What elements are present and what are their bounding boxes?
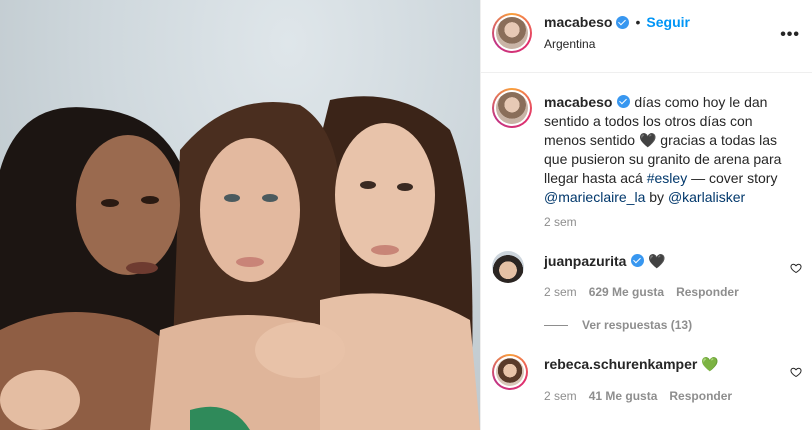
- comment-likes[interactable]: 629 Me gusta: [589, 285, 664, 299]
- view-replies-label: Ver respuestas (13): [582, 318, 693, 332]
- commenter-avatar[interactable]: [492, 251, 524, 283]
- post-photo[interactable]: [0, 0, 480, 430]
- instagram-post: macabeso • Seguir Argentina ••• macabeso…: [0, 0, 812, 430]
- post-location[interactable]: Argentina: [544, 37, 595, 51]
- like-heart-icon[interactable]: [790, 366, 802, 378]
- post-photo-illustration: [0, 96, 480, 430]
- comment-text: rebeca.schurenkamper 💚: [544, 356, 719, 373]
- like-heart-icon[interactable]: [790, 262, 802, 274]
- reply-button[interactable]: Responder: [669, 389, 732, 403]
- verified-badge-icon: [617, 95, 631, 108]
- verified-badge-icon: [616, 15, 630, 29]
- caption-timestamp[interactable]: 2 sem: [544, 215, 577, 229]
- reply-button[interactable]: Responder: [676, 285, 739, 299]
- verified-badge-icon: [631, 254, 645, 267]
- caption-body-3: — cover story: [687, 170, 778, 186]
- comment-meta: 2 sem 629 Me gusta Responder: [544, 285, 739, 299]
- comment-likes[interactable]: 41 Me gusta: [589, 389, 658, 403]
- black-heart-emoji: 🖤: [638, 132, 657, 148]
- author-username[interactable]: macabeso: [544, 14, 612, 30]
- comment-meta: 2 sem 41 Me gusta Responder: [544, 389, 732, 403]
- caption-body-4: by: [645, 189, 668, 205]
- comment-timestamp[interactable]: 2 sem: [544, 389, 577, 403]
- commenter-username[interactable]: rebeca.schurenkamper: [544, 356, 697, 372]
- comment-text: juanpazurita 🖤: [544, 253, 666, 270]
- caption-text: macabeso días como hoy le dan sentido a …: [544, 93, 798, 207]
- comment-timestamp[interactable]: 2 sem: [544, 285, 577, 299]
- hashtag-link[interactable]: #esley: [647, 170, 687, 186]
- mention-link-karlalisker[interactable]: @karlalisker: [668, 189, 745, 205]
- view-replies-button[interactable]: Ver respuestas (13): [544, 318, 692, 332]
- commenter-avatar[interactable]: [492, 354, 528, 390]
- comment-body: 💚: [697, 356, 719, 372]
- comment-body: 🖤: [644, 253, 666, 269]
- follow-button[interactable]: Seguir: [646, 14, 690, 30]
- caption-username[interactable]: macabeso: [544, 94, 612, 110]
- post-header: macabeso • Seguir Argentina •••: [481, 0, 812, 73]
- commenter-username[interactable]: juanpazurita: [544, 253, 626, 269]
- separator-dot: •: [635, 14, 641, 30]
- post-side-panel: macabeso • Seguir Argentina ••• macabeso…: [480, 0, 812, 430]
- author-avatar[interactable]: [492, 13, 532, 53]
- replies-divider: [544, 324, 568, 326]
- caption-avatar[interactable]: [492, 88, 532, 128]
- mention-link-marieclaire[interactable]: @marieclaire_la: [544, 189, 645, 205]
- more-options-icon[interactable]: •••: [780, 26, 800, 44]
